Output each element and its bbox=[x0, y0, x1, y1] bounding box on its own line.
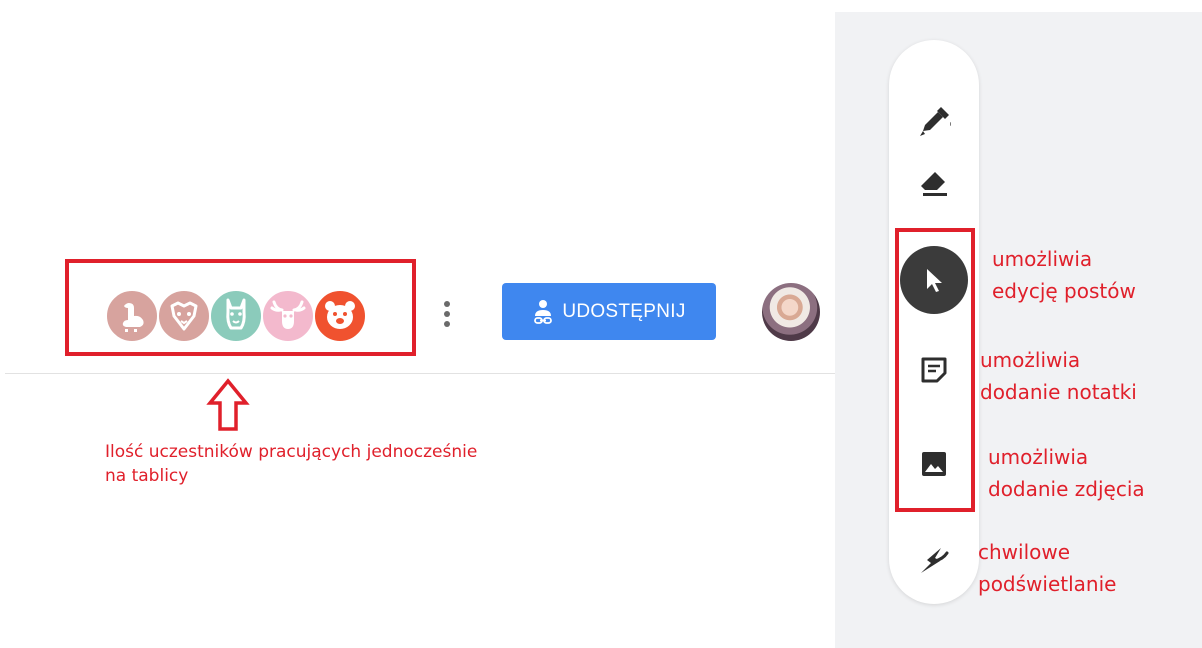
laser-tool[interactable] bbox=[889, 525, 979, 595]
bear-avatar[interactable] bbox=[313, 289, 367, 343]
participants-avatars bbox=[105, 289, 377, 343]
tools-highlight-box bbox=[895, 228, 975, 512]
moose-avatar[interactable] bbox=[261, 289, 315, 343]
more-options-icon[interactable] bbox=[440, 298, 454, 332]
sticky-note-tool-note: umożliwia dodanie notatki bbox=[980, 344, 1137, 408]
lion-icon bbox=[170, 301, 198, 331]
select-note-line1: umożliwia bbox=[992, 247, 1093, 271]
eraser-tool[interactable] bbox=[889, 146, 979, 216]
image-note-line2: dodanie zdjęcia bbox=[988, 477, 1145, 501]
note-note-line2: dodanie notatki bbox=[980, 380, 1137, 404]
arrow-up-icon bbox=[206, 378, 250, 431]
share-button[interactable]: UDOSTĘPNIJ bbox=[502, 283, 716, 340]
image-tool-note: umożliwia dodanie zdjęcia bbox=[988, 441, 1145, 505]
share-button-label: UDOSTĘPNIJ bbox=[562, 300, 686, 322]
header-divider bbox=[5, 373, 847, 374]
bear-icon bbox=[325, 301, 355, 329]
select-tool-note: umożliwia edycję postów bbox=[992, 243, 1136, 307]
user-avatar[interactable] bbox=[762, 283, 820, 341]
laser-note-line1: chwilowe bbox=[978, 540, 1071, 564]
participants-caption: Ilość uczestników pracujących jednocześn… bbox=[105, 440, 565, 488]
eraser-icon bbox=[921, 172, 947, 196]
laser-icon bbox=[921, 548, 949, 573]
moose-icon bbox=[270, 300, 306, 329]
goose-icon bbox=[122, 303, 144, 332]
llama-icon bbox=[226, 298, 246, 330]
participants-caption-line1: Ilość uczestników pracujących jednocześn… bbox=[105, 442, 478, 462]
participants-caption-line2: na tablicy bbox=[105, 466, 189, 486]
llama-avatar[interactable] bbox=[209, 289, 263, 343]
goose-avatar[interactable] bbox=[105, 289, 159, 343]
select-note-line2: edycję postów bbox=[992, 279, 1136, 303]
laser-tool-note: chwilowe podświetlanie bbox=[978, 536, 1116, 600]
laser-note-line2: podświetlanie bbox=[978, 572, 1117, 596]
note-note-line1: umożliwia bbox=[980, 348, 1081, 372]
pen-icon bbox=[920, 107, 951, 136]
lion-avatar[interactable] bbox=[157, 289, 211, 343]
share-person-link-icon bbox=[534, 299, 553, 324]
image-note-line1: umożliwia bbox=[988, 445, 1089, 469]
